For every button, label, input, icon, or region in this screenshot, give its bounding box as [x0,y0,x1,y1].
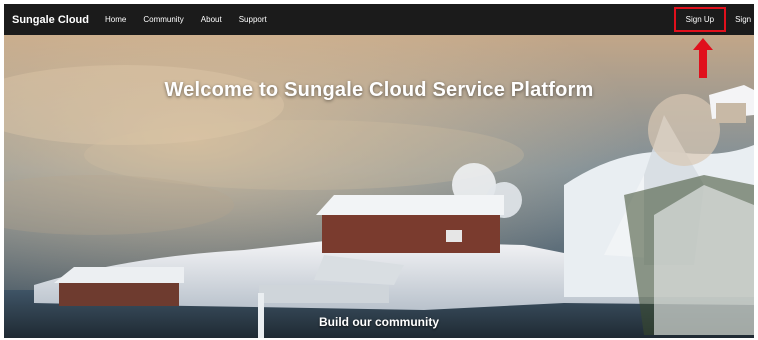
nav-auth: Sign Up Sign In [673,4,754,35]
sign-up-button[interactable]: Sign Up [673,7,727,32]
brand-logo[interactable]: Sungale Cloud [12,14,89,26]
nav-home-link[interactable]: Home [105,15,126,24]
nav-support-link[interactable]: Support [239,15,267,24]
hero-title: Welcome to Sungale Cloud Service Platfor… [164,79,594,101]
app-frame: Sungale Cloud Home Community About Suppo… [4,4,754,338]
hero-subtitle: Build our community [319,315,439,329]
nav-about-link[interactable]: About [201,15,222,24]
arrow-up-icon [693,38,713,78]
sign-in-button[interactable]: Sign In [735,15,754,24]
hero-banner: Welcome to Sungale Cloud Service Platfor… [4,35,754,338]
nav-community-link[interactable]: Community [143,15,183,24]
top-navbar: Sungale Cloud Home Community About Suppo… [4,4,754,35]
